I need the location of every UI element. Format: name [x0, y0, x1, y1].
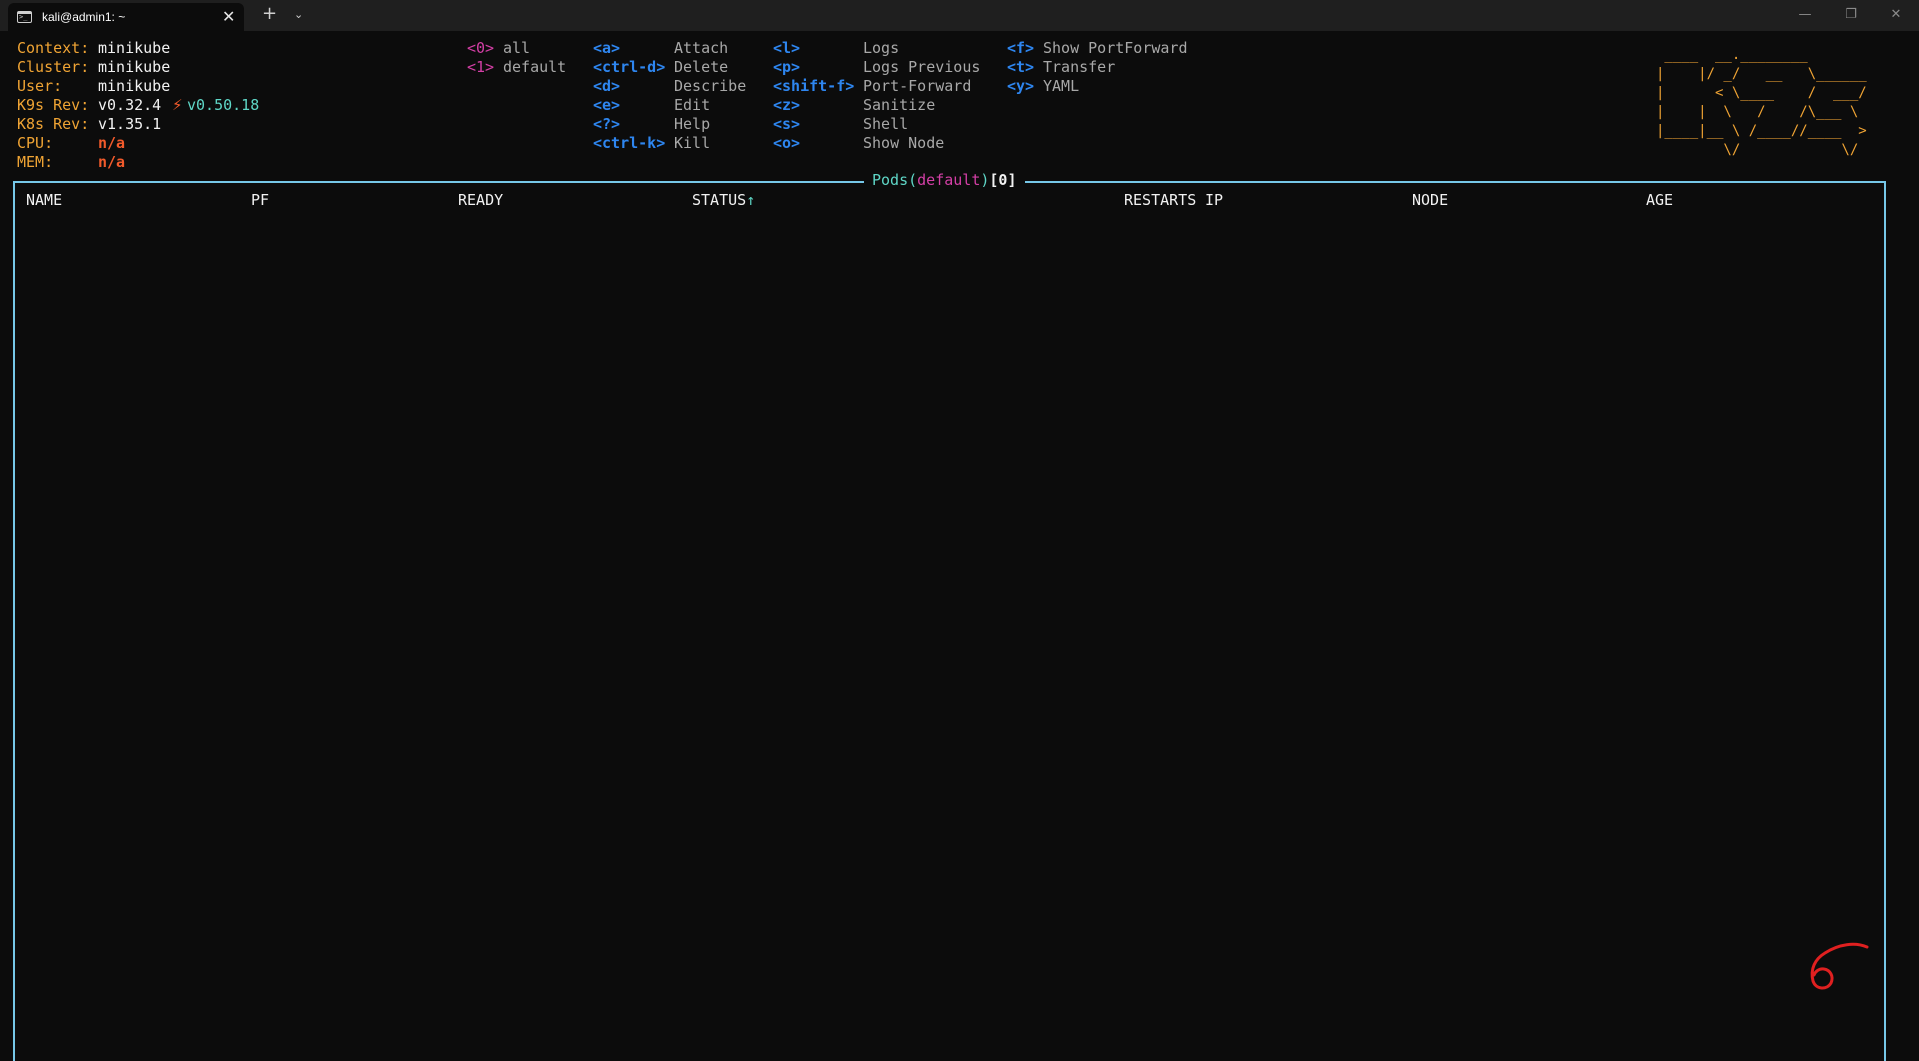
hotkey-key: <p> — [773, 58, 801, 76]
hotkey-key: <l> — [773, 39, 801, 57]
k9s-logo: ____ __.________ | |/ _/ __ \______ | < \… — [1656, 47, 1867, 158]
hotkey-kill[interactable]: Kill — [674, 134, 710, 153]
row-count: [0] — [989, 171, 1017, 189]
hotkey-logs[interactable]: Logs — [863, 39, 899, 58]
column-header-pf[interactable]: PF — [251, 191, 269, 210]
tab-title: kali@admin1: ~ — [42, 10, 126, 24]
hotkey-port-forward[interactable]: Port-Forward — [863, 77, 971, 96]
hotkey-help[interactable]: Help — [674, 115, 710, 134]
hotkey-transfer[interactable]: Transfer — [1043, 58, 1115, 77]
window-titlebar: kali@admin1: ~ ✕ + ⌄ — ❐ ✕ — [0, 0, 1919, 31]
namespace-name: default — [917, 171, 981, 189]
terminal-tab[interactable]: kali@admin1: ~ ✕ — [8, 3, 244, 31]
mem-value: n/a — [98, 153, 126, 171]
hotkey-key: <d> — [593, 77, 621, 95]
hotkey-key: <?> — [593, 115, 621, 133]
hotkey-key: <y> — [1007, 77, 1035, 95]
hotkey-attach[interactable]: Attach — [674, 39, 728, 58]
user-value: minikube — [98, 77, 171, 95]
column-header-ready[interactable]: READY — [458, 191, 503, 210]
pods-table[interactable] — [13, 181, 1886, 1061]
namespace-all[interactable]: all — [503, 39, 530, 58]
hotkey-key: <ctrl-k> — [593, 134, 666, 152]
close-window-button[interactable]: ✕ — [1885, 4, 1907, 26]
resource-name: Pods — [872, 171, 909, 189]
cluster-label: Cluster: — [17, 58, 90, 76]
k9s-rev-label: K9s Rev: — [17, 96, 90, 114]
minimize-button[interactable]: — — [1794, 4, 1816, 26]
k8s-rev-value: v1.35.1 — [98, 115, 162, 133]
chevron-down-icon[interactable]: ⌄ — [294, 5, 303, 25]
column-header-name[interactable]: NAME — [26, 191, 62, 210]
hotkey-show-portforward[interactable]: Show PortForward — [1043, 39, 1188, 58]
namespace-default[interactable]: default — [503, 58, 566, 77]
cluster-value: minikube — [98, 58, 171, 76]
k9s-update-version: v0.50.18 — [187, 96, 260, 114]
hotkey-key: <z> — [773, 96, 801, 114]
hotkey-shell[interactable]: Shell — [863, 115, 908, 134]
cpu-value: n/a — [98, 134, 126, 152]
context-label: Context: — [17, 39, 90, 57]
hotkey-show-node[interactable]: Show Node — [863, 134, 944, 153]
hotkey-sanitize[interactable]: Sanitize — [863, 96, 935, 115]
hotkey-key: <ctrl-d> — [593, 58, 666, 76]
hotkey-describe[interactable]: Describe — [674, 77, 746, 96]
hotkey-key: <a> — [593, 39, 621, 57]
namespace-key: <0> — [467, 39, 495, 57]
hotkey-key: <s> — [773, 115, 801, 133]
context-value: minikube — [98, 39, 171, 57]
hotkey-key: <t> — [1007, 58, 1035, 76]
hotkey-edit[interactable]: Edit — [674, 96, 710, 115]
sort-ascending-icon: ↑ — [746, 191, 756, 209]
hotkey-yaml[interactable]: YAML — [1043, 77, 1079, 96]
maximize-button[interactable]: ❐ — [1840, 4, 1862, 26]
new-tab-button[interactable]: + — [262, 3, 277, 25]
terminal-icon — [17, 11, 32, 23]
column-header-restarts[interactable]: RESTARTS — [1124, 191, 1196, 210]
column-header-status[interactable]: STATUS↑ — [692, 191, 755, 210]
column-header-age[interactable]: AGE — [1646, 191, 1673, 210]
terminal-content[interactable]: Context: minikube Cluster: minikube User… — [0, 31, 1919, 1061]
handwritten-annotation-six — [1810, 942, 1869, 990]
user-label: User: — [17, 77, 63, 95]
hotkey-logs-previous[interactable]: Logs Previous — [863, 58, 980, 77]
hotkey-key: <o> — [773, 134, 801, 152]
hotkey-key: <e> — [593, 96, 621, 114]
table-title: Pods(default)[0] — [864, 171, 1025, 190]
column-header-ip[interactable]: IP — [1205, 191, 1223, 210]
namespace-key: <1> — [467, 58, 495, 76]
lightning-icon: ⚡ — [172, 96, 183, 114]
k8s-rev-label: K8s Rev: — [17, 115, 90, 133]
hotkey-delete[interactable]: Delete — [674, 58, 728, 77]
hotkey-key: <f> — [1007, 39, 1035, 57]
k9s-rev-value: v0.32.4 — [98, 96, 162, 114]
mem-label: MEM: — [17, 153, 54, 171]
cpu-label: CPU: — [17, 134, 54, 152]
hotkey-key: <shift-f> — [773, 77, 855, 95]
column-header-node[interactable]: NODE — [1412, 191, 1448, 210]
close-tab-icon[interactable]: ✕ — [222, 6, 235, 28]
